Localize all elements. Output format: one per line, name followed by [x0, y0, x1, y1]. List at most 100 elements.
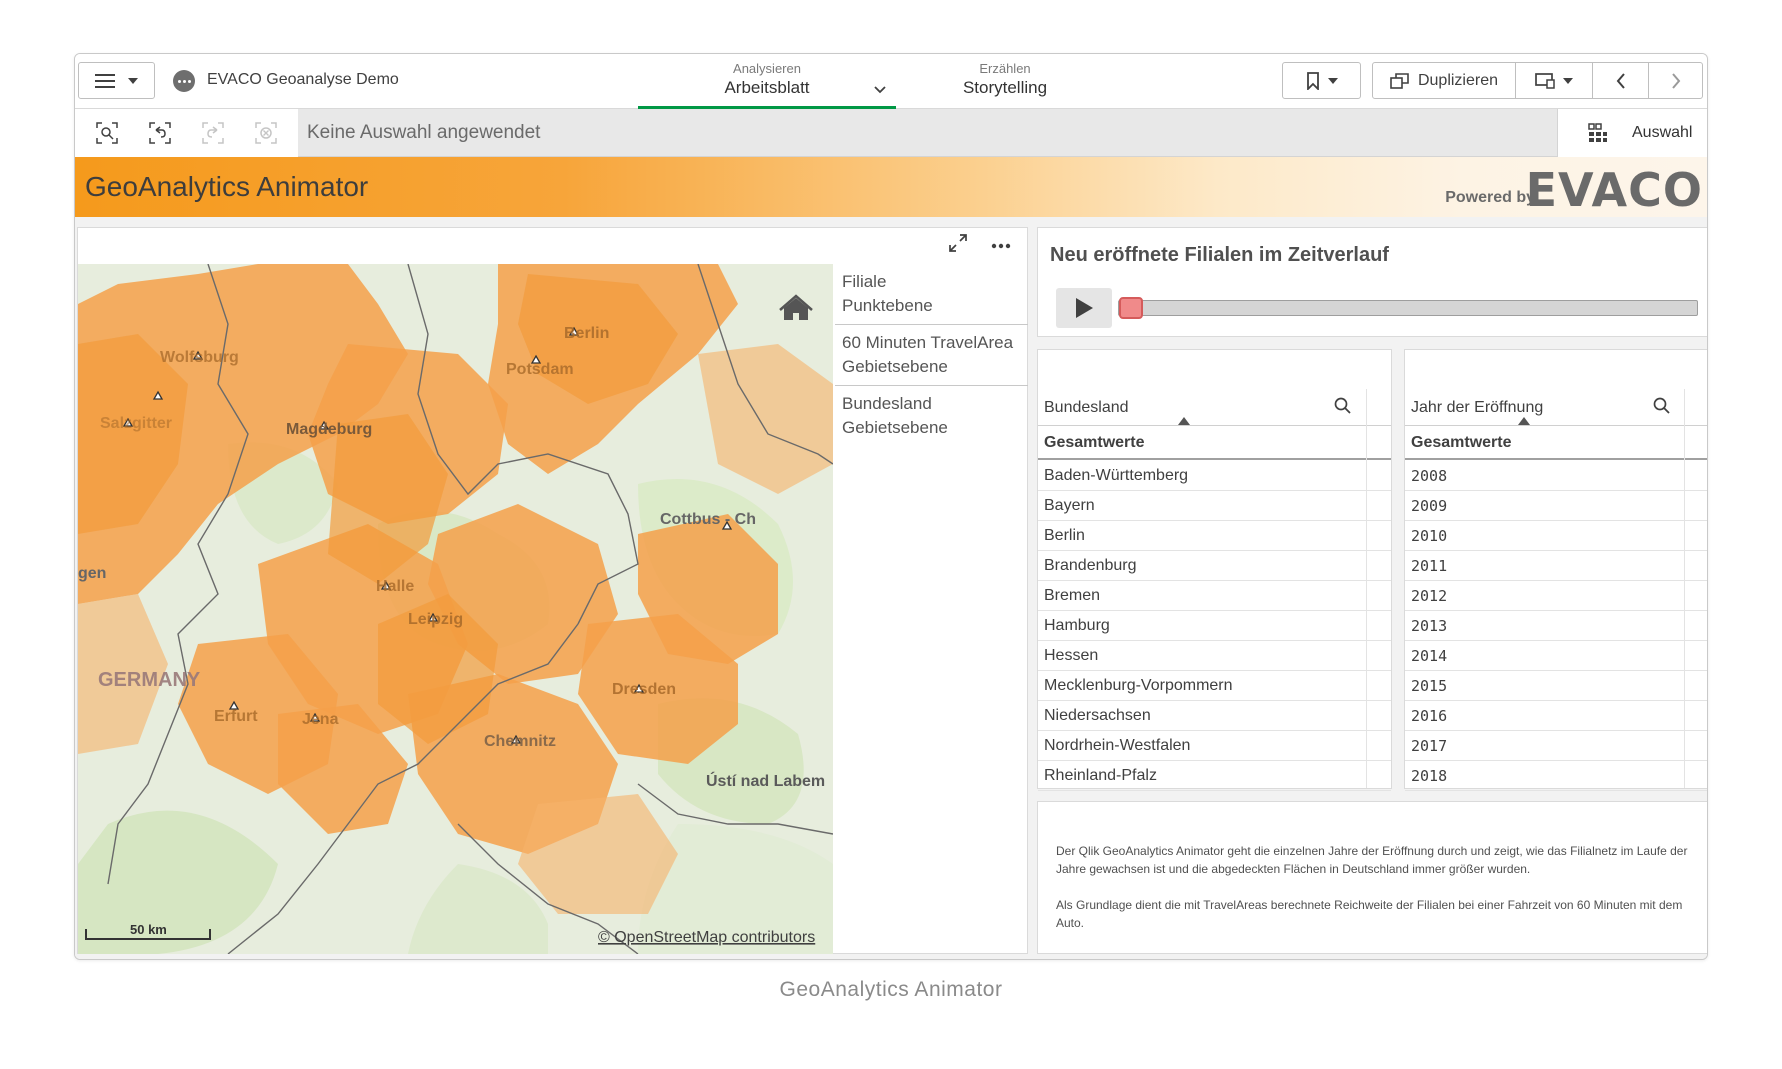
previous-sheet-button[interactable] — [1592, 62, 1649, 99]
global-menu-button[interactable] — [78, 62, 155, 99]
map-label-usti: Ústí nad Labem — [706, 771, 825, 790]
column-divider — [1684, 389, 1685, 788]
list-item[interactable]: 2008 — [1405, 461, 1707, 491]
map-toolbar — [947, 228, 1027, 262]
list-item[interactable]: 2016 — [1405, 701, 1707, 731]
total-label: Gesamtwerte — [1044, 434, 1145, 451]
sort-ascending-icon — [1178, 417, 1190, 425]
layer-item-filiale[interactable]: Filiale Punktebene — [835, 264, 1028, 325]
list-item[interactable]: 2011 — [1405, 551, 1707, 581]
step-forward-icon[interactable] — [200, 120, 226, 146]
list-item[interactable]: 2012 — [1405, 581, 1707, 611]
bookmark-icon — [1306, 71, 1319, 90]
present-button[interactable] — [1515, 62, 1593, 99]
filter-title: Jahr der Eröffnung — [1411, 399, 1544, 416]
caret-down-icon — [1563, 77, 1573, 84]
list-item[interactable]: Nordrhein-Westfalen — [1038, 731, 1391, 761]
app-title: EVACO Geoanalyse Demo — [207, 71, 399, 88]
search-icon[interactable] — [1334, 397, 1352, 420]
step-back-icon[interactable] — [147, 120, 173, 146]
powered-by-text: Powered by — [1445, 189, 1535, 206]
filter-title: Bundesland — [1044, 399, 1129, 416]
monitor-icon — [1535, 72, 1555, 89]
expand-icon[interactable] — [947, 232, 969, 259]
animator-title: Neu eröffnete Filialen im Zeitverlauf — [1050, 244, 1389, 266]
selections-tool-button[interactable]: Auswahl — [1557, 109, 1707, 157]
map-canvas[interactable]: Wolfsburg Salzgitter Magdeburg Potsdam B… — [78, 264, 833, 954]
duplicate-icon — [1390, 72, 1409, 89]
map-label-salzgitter: Salzgitter — [100, 415, 172, 432]
list-item[interactable]: Brandenburg — [1038, 551, 1391, 581]
map-label-potsdam: Potsdam — [506, 361, 574, 378]
filter-pane-bundesland: Bundesland Gesamtwerte Baden-Württemberg… — [1037, 349, 1392, 791]
list-item[interactable]: 2013 — [1405, 611, 1707, 641]
layer-name: 60 Minuten TravelArea — [842, 333, 1014, 352]
map-label-gen: gen — [78, 565, 106, 582]
description-paragraph: Der Qlik GeoAnalytics Animator geht die … — [1056, 844, 1688, 876]
chevron-down-icon[interactable] — [874, 83, 886, 97]
tab-storytelling[interactable]: Erzählen Storytelling — [915, 59, 1095, 109]
search-icon[interactable] — [1653, 397, 1671, 420]
layer-item-travelarea[interactable]: 60 Minuten TravelArea Gebietsebene — [835, 325, 1028, 386]
image-caption: GeoAnalytics Animator — [779, 978, 1003, 1001]
selection-bar: Keine Auswahl angewendet Auswahl — [75, 109, 1707, 157]
caret-down-icon — [127, 77, 138, 84]
app-icon — [173, 70, 195, 92]
next-sheet-button[interactable] — [1648, 62, 1703, 99]
smart-search-icon[interactable] — [94, 120, 120, 146]
list-item[interactable]: 2009 — [1405, 491, 1707, 521]
map-label-germany: GERMANY — [98, 669, 201, 691]
map-label-dresden: Dresden — [612, 681, 676, 698]
selection-tools — [75, 109, 298, 157]
tab-analyze-label: Analysieren — [733, 61, 801, 76]
list-item[interactable]: 2010 — [1405, 521, 1707, 551]
selections-label: Auswahl — [1632, 124, 1693, 141]
top-navigation-bar: EVACO Geoanalyse Demo Analysieren Arbeit… — [75, 54, 1707, 109]
filter-list: 2008 2009 2010 2011 2012 2013 2014 2015 2016 2017… — [1405, 461, 1707, 791]
timeline-slider[interactable] — [1118, 297, 1698, 319]
description-panel: Der Qlik GeoAnalytics Animator geht die … — [1037, 801, 1707, 954]
list-item[interactable]: Berlin — [1038, 521, 1391, 551]
tab-story-title: Storytelling — [962, 78, 1048, 97]
scale-label: 50 km — [130, 922, 167, 937]
slider-handle[interactable] — [1119, 297, 1143, 319]
grid-icon — [1588, 123, 1607, 142]
bookmark-button[interactable] — [1282, 62, 1361, 99]
map-svg: Wolfsburg Salzgitter Magdeburg Potsdam B… — [78, 264, 833, 954]
filter-header[interactable]: Bundesland — [1038, 389, 1391, 426]
play-button[interactable] — [1056, 288, 1112, 328]
list-item[interactable]: 2017 — [1405, 731, 1707, 761]
list-item[interactable]: Bremen — [1038, 581, 1391, 611]
list-item[interactable]: 2018 — [1405, 761, 1707, 791]
attribution-link[interactable]: © OpenStreetMap contributors — [598, 929, 815, 946]
list-item[interactable]: Baden-Württemberg — [1038, 461, 1391, 491]
duplicate-button[interactable]: Duplizieren — [1372, 62, 1516, 99]
filter-total-row: Gesamtwerte — [1405, 426, 1707, 460]
list-item[interactable]: Niedersachsen — [1038, 701, 1391, 731]
app-window: EVACO Geoanalyse Demo Analysieren Arbeit… — [74, 53, 1708, 960]
list-item[interactable]: 2014 — [1405, 641, 1707, 671]
page-title: GeoAnalytics Animator — [85, 171, 369, 202]
more-options-icon[interactable] — [991, 236, 1011, 254]
map-label-leipzig: Leipzig — [408, 611, 463, 628]
list-item[interactable]: 2015 — [1405, 671, 1707, 701]
sheet-content: Wolfsburg Salzgitter Magdeburg Potsdam B… — [75, 217, 1707, 959]
layer-name: Bundesland — [842, 394, 932, 413]
list-item[interactable]: Mecklenburg-Vorpommern — [1038, 671, 1391, 701]
list-item[interactable]: Hamburg — [1038, 611, 1391, 641]
layer-list: Filiale Punktebene 60 Minuten TravelArea… — [835, 264, 1028, 446]
filter-header[interactable]: Jahr der Eröffnung — [1405, 389, 1707, 426]
layer-type: Punktebene — [842, 296, 933, 315]
clear-selections-icon[interactable] — [253, 120, 279, 146]
map-label-halle: Halle — [376, 578, 414, 595]
map-label-chemnitz: Chemnitz — [484, 733, 556, 750]
list-item[interactable]: Rheinland-Pfalz — [1038, 761, 1391, 791]
tab-analyze[interactable]: Analysieren Arbeitsblatt — [638, 59, 896, 109]
tab-analyze-sheet: Arbeitsblatt — [724, 78, 810, 97]
list-item[interactable]: Bayern — [1038, 491, 1391, 521]
map-label-cottbus: Cottbus - Ch — [660, 511, 756, 528]
layer-item-bundesland[interactable]: Bundesland Gebietsebene — [835, 386, 1028, 446]
map-label-magdeburg: Magdeburg — [286, 421, 372, 438]
list-item[interactable]: Hessen — [1038, 641, 1391, 671]
total-label: Gesamtwerte — [1411, 434, 1512, 451]
